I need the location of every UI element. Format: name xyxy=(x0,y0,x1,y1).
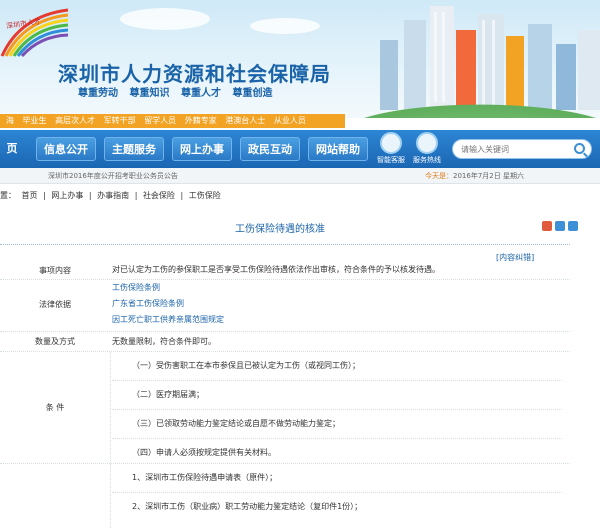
nav-interaction[interactable]: 政民互动 xyxy=(240,137,300,161)
talent-link[interactable]: 军转干部 xyxy=(104,116,136,125)
breadcrumb-item[interactable]: 首页 xyxy=(22,191,38,200)
breadcrumb-item[interactable]: 网上办事 xyxy=(51,191,83,200)
materials-list: 1、深圳市工伤保险待遇申请表（原件）； 2、深圳市工伤（职业病）职工劳动能力鉴定… xyxy=(112,464,570,521)
nav-info-public[interactable]: 信息公开 xyxy=(36,137,96,161)
robot-icon[interactable]: 智能客服 xyxy=(376,132,406,165)
nav-online-service[interactable]: 网上办事 xyxy=(172,137,232,161)
row-label: 法律依据 xyxy=(39,300,71,309)
law-link[interactable]: 工伤保险条例 xyxy=(112,280,562,296)
talent-link[interactable]: 海 xyxy=(6,116,14,125)
talent-link[interactable]: 毕业生 xyxy=(23,116,47,125)
slogan: 尊重创造 xyxy=(232,88,273,99)
condition-item: （二）医疗期届满； xyxy=(112,381,562,410)
nav-theme-service[interactable]: 主题服务 xyxy=(104,137,164,161)
table-row: 数量及方式 无数量限制，符合条件即可。 xyxy=(0,332,570,352)
row-label: 数量及方式 xyxy=(35,337,75,346)
breadcrumb-separator: | xyxy=(134,191,138,200)
breadcrumb-prefix: 置： xyxy=(0,191,16,200)
guide-table: 事项内容 对已认定为工伤的参保职工是否享受工伤保险待遇依法作出审核，符合条件的予… xyxy=(0,262,570,528)
date-display: 今天是：2016年7月2日 星期六 xyxy=(425,168,524,184)
search-input[interactable] xyxy=(461,140,571,158)
talent-link[interactable]: 高层次人才 xyxy=(55,116,95,125)
breadcrumb-separator: | xyxy=(43,191,46,200)
page-title: 工伤保险待遇的核准 xyxy=(235,224,325,235)
column-divider xyxy=(110,464,111,528)
condition-item: （一）受伤害职工在本市参保且已被认定为工伤（或视同工伤）； xyxy=(112,352,562,381)
robot-icon-label: 智能客服 xyxy=(377,156,405,164)
search-box xyxy=(452,139,592,159)
today-label: 今天是： xyxy=(425,172,453,180)
notice-marquee[interactable]: 深圳市2016年度公开招考职业公务员公告 xyxy=(48,168,178,184)
print-icon[interactable] xyxy=(542,221,552,231)
service-icon[interactable]: 服务热线 xyxy=(412,132,442,165)
row-label: 条 件 xyxy=(45,403,65,412)
row-label: 事项内容 xyxy=(39,266,71,275)
breadcrumb-item[interactable]: 办事指南 xyxy=(97,191,129,200)
page-tools xyxy=(542,221,581,234)
talent-link[interactable]: 从业人员 xyxy=(274,116,306,125)
slogan-row: 尊重劳动 尊重知识 尊重人才 尊重创造 xyxy=(78,84,280,99)
table-row: 事项内容 对已认定为工伤的参保职工是否享受工伤保险待遇依法作出审核，符合条件的予… xyxy=(0,262,570,280)
breadcrumb-item[interactable]: 工伤保险 xyxy=(189,191,221,200)
table-row: 1、深圳市工伤保险待遇申请表（原件）； 2、深圳市工伤（职业病）职工劳动能力鉴定… xyxy=(0,464,570,528)
breadcrumb-separator: | xyxy=(180,191,184,200)
row-value: 无数量限制，符合条件即可。 xyxy=(112,337,216,346)
site-title: 深圳市人力资源和社会保障局 xyxy=(58,62,331,86)
cloud-decoration xyxy=(120,8,210,30)
slogan: 尊重人才 xyxy=(180,88,221,99)
material-item: 1、深圳市工伤保险待遇申请表（原件）； xyxy=(112,464,562,493)
talent-link[interactable]: 外籍专家 xyxy=(185,116,217,125)
condition-item: （三）已领取劳动能力鉴定结论或自愿不做劳动能力鉴定； xyxy=(112,410,562,439)
slogan: 尊重劳动 xyxy=(78,88,118,99)
service-icon-circle xyxy=(416,132,438,154)
talent-link[interactable]: 港澳台人士 xyxy=(225,116,265,125)
breadcrumb-separator: | xyxy=(88,191,92,200)
nav-home[interactable]: 页 xyxy=(0,137,24,161)
talent-category-strip: 海 毕业生 高层次人才 军转干部 留学人员 外籍专家 港澳台人士 从业人员 xyxy=(0,114,345,128)
hill-decoration xyxy=(300,96,600,118)
close-icon[interactable] xyxy=(568,221,578,231)
share-icon[interactable] xyxy=(555,221,565,231)
search-icon[interactable] xyxy=(574,143,585,154)
cloud-decoration xyxy=(250,18,320,34)
table-row: 条 件 （一）受伤害职工在本市参保且已被认定为工伤（或视同工伤）； （二）医疗期… xyxy=(0,352,570,464)
header-banner: 深圳市人才 深圳市人力资源和社会保障局 尊重劳动 尊重知识 尊重人才 尊重创造 xyxy=(0,0,600,118)
condition-item: （四）申请人必须按规定提供有关材料。 xyxy=(132,448,276,457)
breadcrumb: 置： 首页 | 网上办事 | 办事指南 | 社会保险 | 工伤保险 xyxy=(0,190,224,201)
law-link[interactable]: 因工死亡职工供养亲属范围规定 xyxy=(112,312,562,328)
column-divider xyxy=(110,352,111,463)
law-link[interactable]: 广东省工伤保险条例 xyxy=(112,296,562,312)
notice-bar: 深圳市2016年度公开招考职业公务员公告 今天是：2016年7月2日 星期六 xyxy=(0,168,600,184)
talent-link[interactable]: 留学人员 xyxy=(144,116,176,125)
main-nav: 页 信息公开 主题服务 网上办事 政民互动 网站帮助 智能客服 服务热线 xyxy=(0,130,600,168)
material-item: 2、深圳市工伤（职业病）职工劳动能力鉴定结论（复印件1份）； xyxy=(132,502,363,511)
table-row: 法律依据 工伤保险条例 广东省工伤保险条例 因工死亡职工供养亲属范围规定 xyxy=(0,280,570,332)
service-icon-label: 服务热线 xyxy=(413,156,441,164)
breadcrumb-item[interactable]: 社会保险 xyxy=(143,191,175,200)
nav-help[interactable]: 网站帮助 xyxy=(308,137,368,161)
today-value: 2016年7月2日 星期六 xyxy=(453,172,524,180)
row-value: 工伤保险条例 广东省工伤保险条例 因工死亡职工供养亲属范围规定 xyxy=(112,280,570,328)
row-value: 对已认定为工伤的参保职工是否享受工伤保险待遇依法作出审核，符合条件的予以核发待遇… xyxy=(112,265,440,274)
slogan: 尊重知识 xyxy=(129,88,170,99)
title-divider xyxy=(0,244,570,245)
rainbow-logo-icon xyxy=(0,8,69,58)
conditions-list: （一）受伤害职工在本市参保且已被认定为工伤（或视同工伤）； （二）医疗期届满； … xyxy=(112,352,570,467)
robot-icon-circle xyxy=(380,132,402,154)
